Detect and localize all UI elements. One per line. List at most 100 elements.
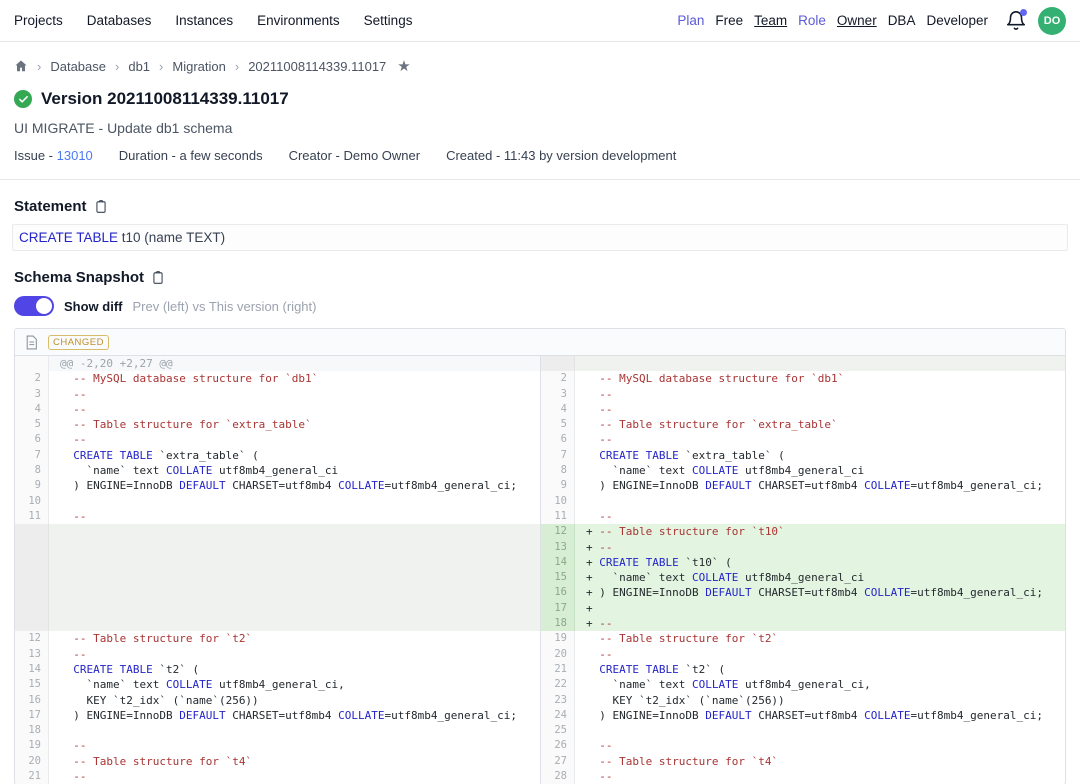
avatar[interactable]: DO <box>1038 7 1066 35</box>
line-number: 12 <box>15 631 49 646</box>
diff-line-left <box>15 555 540 570</box>
line-number: 19 <box>15 738 49 753</box>
copy-snapshot-icon[interactable] <box>151 270 165 285</box>
breadcrumb-item-migration[interactable]: Migration <box>172 59 225 74</box>
line-number: 11 <box>15 509 49 524</box>
line-code: CREATE TABLE `extra_table` ( <box>49 448 540 463</box>
nav-item-environments[interactable]: Environments <box>257 13 340 28</box>
nav-item-projects[interactable]: Projects <box>14 13 63 28</box>
code-token: `name` text <box>599 678 692 691</box>
line-code: `name` text COLLATE utf8mb4_general_ci, <box>49 677 540 692</box>
code-token: =utf8mb4_general_ci; <box>385 709 517 722</box>
line-code: + `name` text COLLATE utf8mb4_general_ci <box>575 570 1065 585</box>
sql-token: CREATE TABLE <box>19 230 118 245</box>
diff-pane-left: @@ -2,20 +2,27 @@2 -- MySQL database str… <box>15 356 540 784</box>
line-number: 14 <box>15 662 49 677</box>
nav-right-team[interactable]: Team <box>754 13 787 28</box>
star-icon[interactable]: ★ <box>397 57 410 75</box>
code-token: -- <box>599 541 612 554</box>
code-token: COLLATE <box>692 464 738 477</box>
notification-bell-button[interactable] <box>1005 10 1027 32</box>
issue-link[interactable]: 13010 <box>57 148 93 163</box>
code-token: -- <box>73 739 86 752</box>
line-number: 15 <box>541 570 575 585</box>
code-token: -- <box>599 770 612 783</box>
line-code <box>49 555 540 570</box>
code-token: =utf8mb4_general_ci; <box>911 479 1043 492</box>
diff-line-left: 8 `name` text COLLATE utf8mb4_general_ci <box>15 463 540 478</box>
line-number <box>15 585 49 600</box>
line-code <box>49 723 540 738</box>
diff-line-left: 16 KEY `t2_idx` (`name`(256)) <box>15 693 540 708</box>
nav-right-role: Role <box>798 13 826 28</box>
line-code <box>49 601 540 616</box>
code-token: utf8mb4_general_ci <box>738 464 864 477</box>
top-navigation: Projects Databases Instances Environments Se… <box>0 0 1080 42</box>
home-icon[interactable] <box>14 59 28 73</box>
line-code: ) ENGINE=InnoDB DEFAULT CHARSET=utf8mb4 … <box>49 708 540 723</box>
line-prefix: + <box>586 556 599 569</box>
line-prefix <box>60 510 73 523</box>
code-token: utf8mb4_general_ci <box>212 464 338 477</box>
nav-item-settings[interactable]: Settings <box>364 13 413 28</box>
meta-value: 11:43 by version development <box>504 148 676 163</box>
line-prefix <box>60 755 73 768</box>
diff-line-left: 15 `name` text COLLATE utf8mb4_general_c… <box>15 677 540 692</box>
copy-statement-icon[interactable] <box>94 199 108 214</box>
line-number: 5 <box>15 417 49 432</box>
line-number: 10 <box>541 494 575 509</box>
code-token: CHARSET=utf8mb4 <box>752 709 865 722</box>
line-prefix <box>586 495 599 508</box>
breadcrumb-item-database[interactable]: Database <box>50 59 106 74</box>
line-number: 8 <box>541 463 575 478</box>
line-number: 4 <box>15 402 49 417</box>
code-token: -- <box>73 433 86 446</box>
diff-line-left: 12 -- Table structure for `t2` <box>15 631 540 646</box>
line-prefix <box>60 678 73 691</box>
diff-line-left: 10 <box>15 494 540 509</box>
code-token: COLLATE <box>166 678 212 691</box>
code-token: ) ENGINE=InnoDB <box>599 586 705 599</box>
line-number <box>15 356 49 371</box>
breadcrumb-separator: › <box>115 59 119 74</box>
nav-item-instances[interactable]: Instances <box>175 13 233 28</box>
diff-hint: Prev (left) vs This version (right) <box>133 299 317 314</box>
line-number: 10 <box>15 494 49 509</box>
diff-line-left: 13 -- <box>15 647 540 662</box>
diff-line-left: 21 -- <box>15 769 540 784</box>
diff-line-left: 19 -- <box>15 738 540 753</box>
line-prefix: + <box>586 525 599 538</box>
code-token: -- <box>599 510 612 523</box>
line-prefix <box>586 403 599 416</box>
line-code: -- <box>575 769 1065 784</box>
line-prefix <box>60 464 73 477</box>
line-code: + <box>575 601 1065 616</box>
line-code <box>49 585 540 600</box>
nav-right: PlanFreeTeamRoleOwnerDBADeveloper DO <box>677 7 1066 35</box>
line-code: -- Table structure for `t2` <box>575 631 1065 646</box>
line-number: 6 <box>541 432 575 447</box>
breadcrumb-item-20211008114339.11017[interactable]: 20211008114339.11017 <box>248 59 386 74</box>
nav-item-databases[interactable]: Databases <box>87 13 152 28</box>
diff-line-right: 15+ `name` text COLLATE utf8mb4_general_… <box>541 570 1065 585</box>
diff-line-left: 7 CREATE TABLE `extra_table` ( <box>15 448 540 463</box>
breadcrumb-item-db1[interactable]: db1 <box>128 59 150 74</box>
line-number: 22 <box>541 677 575 692</box>
show-diff-toggle[interactable] <box>14 296 54 316</box>
line-code: -- Table structure for `t4` <box>49 754 540 769</box>
diff-line-right: 11 -- <box>541 509 1065 524</box>
code-token: KEY `t2_idx` (`name`(256)) <box>73 694 258 707</box>
diff-line-right: 25 <box>541 723 1065 738</box>
diff-line-left <box>15 616 540 631</box>
code-token: `name` text <box>599 464 692 477</box>
line-prefix <box>586 449 599 462</box>
breadcrumb-separator: › <box>159 59 163 74</box>
line-prefix <box>586 739 599 752</box>
nav-right-items: PlanFreeTeamRoleOwnerDBADeveloper <box>677 13 988 28</box>
diff-line-left: 4 -- <box>15 402 540 417</box>
diff-line-right <box>541 356 1065 371</box>
show-diff-label: Show diff <box>64 299 123 314</box>
file-icon <box>25 335 38 350</box>
diff-line-right: 4 -- <box>541 402 1065 417</box>
nav-right-owner[interactable]: Owner <box>837 13 877 28</box>
